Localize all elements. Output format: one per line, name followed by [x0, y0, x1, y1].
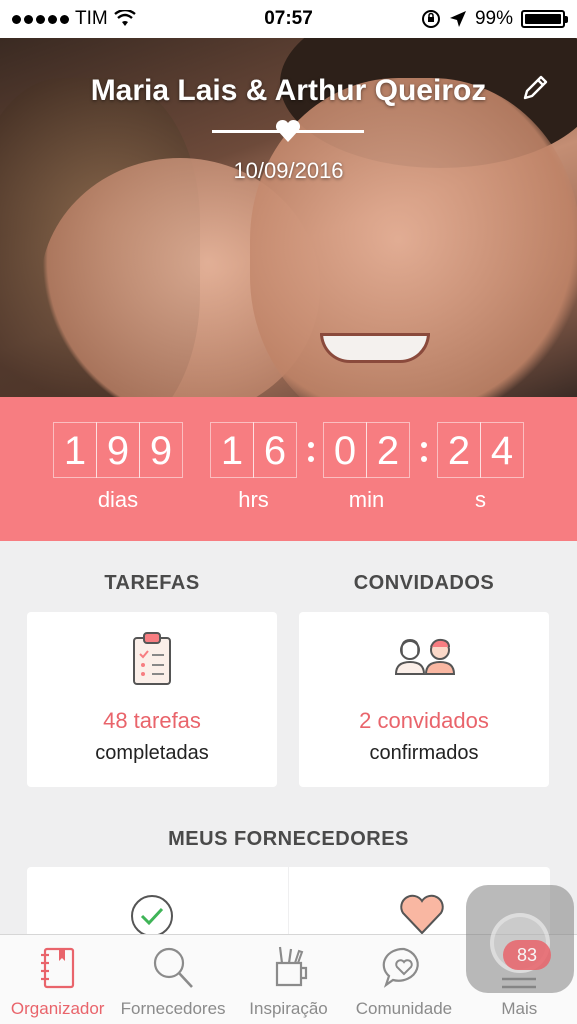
tasks-status: completadas — [95, 742, 209, 764]
status-bar: TIM 07:57 99% — [0, 0, 577, 38]
tab-inspiracao[interactable]: Inspiração — [231, 935, 346, 1024]
signal-icon — [12, 14, 69, 24]
guests-icon — [394, 638, 456, 675]
guests-card[interactable]: 2 convidados confirmados — [299, 612, 549, 787]
hours-label: hrs — [238, 487, 269, 512]
days-label: dias — [97, 487, 139, 512]
countdown-digit: 2 — [366, 422, 410, 478]
countdown-digit: 4 — [480, 422, 524, 478]
countdown-digit: 9 — [96, 422, 140, 478]
tasks-title: TAREFAS — [104, 572, 200, 594]
countdown-digit: 1 — [210, 422, 254, 478]
tools-cup-icon — [275, 946, 307, 987]
clipboard-icon — [133, 632, 171, 685]
tasks-card[interactable]: 48 tarefas completadas — [27, 612, 277, 787]
countdown-panel: 1 9 9 dias 1 6 hrs 0 2 min 2 4 s — [0, 397, 577, 541]
battery-icon — [521, 10, 568, 28]
tab-label: Organizador — [10, 999, 105, 1018]
countdown-digit: 6 — [253, 422, 297, 478]
chat-heart-icon — [382, 947, 419, 988]
guests-count: 2 convidados — [359, 708, 489, 733]
countdown-seconds: 2 4 — [437, 422, 524, 478]
guests-title: CONVIDADOS — [353, 572, 495, 594]
tab-organizador[interactable]: Organizador — [0, 935, 115, 1024]
battery-fill — [525, 14, 561, 24]
tab-label: Mais — [501, 999, 538, 1018]
heart-icon — [400, 894, 444, 935]
tasks-count: 48 tarefas — [103, 708, 201, 733]
hero-overlay: Maria Lais & Arthur Queiroz 10/09/2016 — [0, 38, 577, 397]
tab-comunidade[interactable]: Comunidade — [346, 935, 461, 1024]
battery-percent: 99% — [474, 8, 513, 29]
seconds-label: s — [475, 487, 486, 512]
assistive-touch-button[interactable] — [466, 885, 574, 993]
time-separator — [308, 442, 314, 470]
couple-name: Maria Lais & Arthur Queiroz — [90, 74, 487, 107]
notebook-icon — [40, 947, 74, 989]
pencil-edit-icon[interactable] — [519, 72, 551, 104]
tab-label: Inspiração — [249, 999, 328, 1018]
status-right: 99% — [421, 8, 568, 30]
more-badge: 83 — [503, 940, 551, 970]
countdown-hours: 1 6 — [210, 422, 297, 478]
heart-icon — [275, 119, 301, 142]
wifi-icon — [113, 10, 136, 26]
tab-label: Fornecedores — [120, 999, 226, 1018]
location-arrow-icon — [449, 11, 466, 27]
countdown-minutes: 0 2 — [323, 422, 410, 478]
countdown-digit: 0 — [323, 422, 367, 478]
wedding-date: 10/09/2016 — [233, 158, 344, 183]
couple-photo-header[interactable]: Maria Lais & Arthur Queiroz 10/09/2016 — [0, 38, 577, 397]
guests-status: confirmados — [369, 742, 479, 764]
countdown-digit: 1 — [53, 422, 97, 478]
check-circle-icon — [131, 895, 173, 937]
countdown-digit: 9 — [139, 422, 183, 478]
carrier-label: TIM — [75, 8, 108, 29]
minutes-label: min — [348, 487, 385, 512]
countdown-days: 1 9 9 — [53, 422, 183, 478]
status-left: TIM — [12, 8, 136, 30]
vendors-title: MEUS FORNECEDORES — [168, 828, 409, 850]
time-separator — [421, 442, 427, 470]
tab-fornecedores[interactable]: Fornecedores — [115, 935, 230, 1024]
tab-label: Comunidade — [355, 999, 453, 1018]
countdown-digit: 2 — [437, 422, 481, 478]
rotation-lock-icon — [421, 10, 440, 28]
search-icon — [154, 947, 194, 988]
